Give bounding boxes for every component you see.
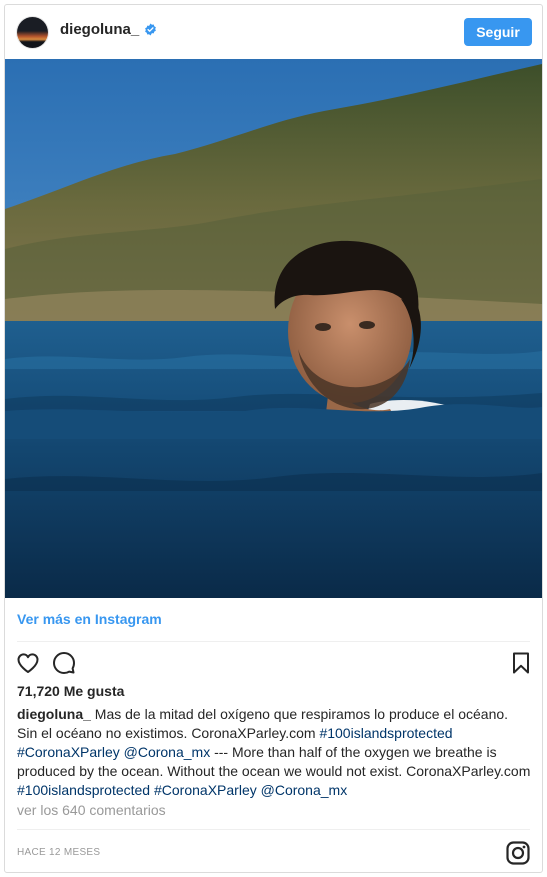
instagram-logo-button[interactable] <box>506 841 530 865</box>
verified-badge-icon <box>145 23 157 36</box>
post-timestamp[interactable]: HACE 12 MESES <box>17 847 100 858</box>
view-comments-link[interactable]: ver los 640 comentarios <box>17 802 166 818</box>
mention-link[interactable]: @Corona_mx <box>124 744 211 760</box>
avatar[interactable] <box>17 17 48 48</box>
post-photo-image <box>5 59 542 598</box>
likes-count[interactable]: 71,720 Me gusta <box>17 683 124 699</box>
heart-icon <box>17 653 39 673</box>
instagram-embed-card: diegoluna_ Seguir Ver más en Instagram 7… <box>4 4 543 873</box>
caption-author[interactable]: diegoluna_ <box>17 706 91 722</box>
bookmark-icon <box>513 652 529 674</box>
divider <box>17 829 530 830</box>
follow-button[interactable]: Seguir <box>464 18 532 46</box>
username-link[interactable]: diegoluna_ <box>60 21 157 38</box>
hashtag-link[interactable]: #CoronaXParley <box>17 744 120 760</box>
comment-button[interactable] <box>51 650 77 676</box>
divider <box>17 641 530 642</box>
hashtag-link[interactable]: #CoronaXParley <box>154 782 257 798</box>
action-bar <box>5 646 542 680</box>
comment-icon <box>53 652 75 674</box>
post-caption: diegoluna_ Mas de la mitad del oxígeno q… <box>17 705 532 800</box>
post-photo[interactable] <box>5 59 542 598</box>
post-header: diegoluna_ Seguir <box>5 5 542 59</box>
instagram-logo-icon <box>506 841 530 865</box>
like-button[interactable] <box>15 650 41 676</box>
mention-link[interactable]: @Corona_mx <box>261 782 348 798</box>
username-text[interactable]: diegoluna_ <box>60 21 139 38</box>
view-more-link[interactable]: Ver más en Instagram <box>17 611 162 627</box>
save-button[interactable] <box>508 650 534 676</box>
hashtag-link[interactable]: #100islandsprotected <box>319 725 452 741</box>
hashtag-link[interactable]: #100islandsprotected <box>17 782 150 798</box>
